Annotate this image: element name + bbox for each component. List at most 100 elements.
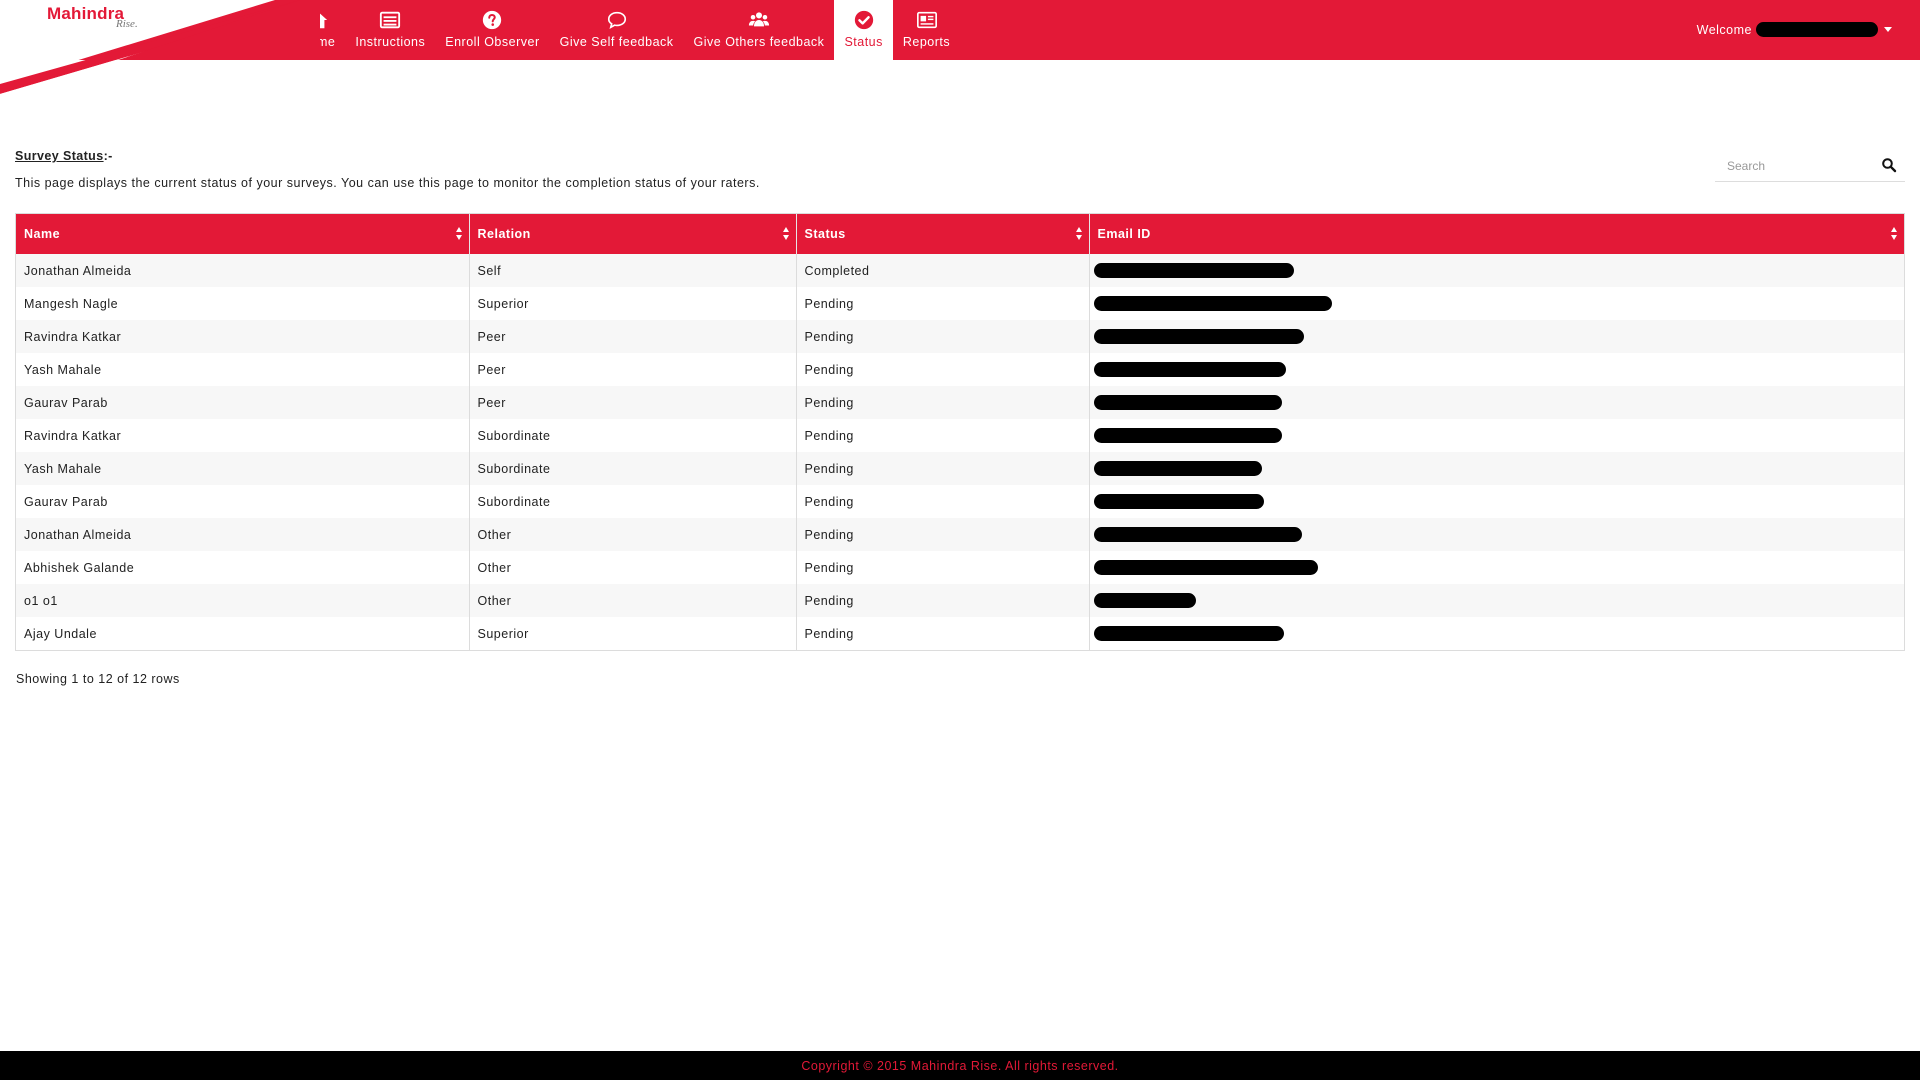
nav-label: Status (844, 35, 883, 49)
column-header-label: Name (24, 227, 61, 241)
cell-relation: Peer (469, 353, 797, 386)
redacted-email (1093, 428, 1282, 443)
redacted-email (1093, 461, 1262, 476)
cell-email (1089, 419, 1904, 452)
cell-name: Gaurav Parab (16, 485, 470, 518)
nav-label: Instructions (355, 35, 426, 49)
survey-status-table: Name Relation Status Email ID Jonathan A… (15, 213, 1905, 651)
cell-relation: Peer (469, 386, 797, 419)
redacted-email (1093, 494, 1264, 509)
cell-name: Jonathan Almeida (16, 254, 470, 287)
page-title-suffix: :- (103, 149, 113, 163)
nav-label: Enroll Observer (445, 35, 540, 49)
column-header-email[interactable]: Email ID (1089, 214, 1904, 254)
table-row: Ajay Undale Superior Pending (16, 617, 1904, 650)
table-row: Abhishek Galande Other Pending (16, 551, 1904, 584)
redacted-email (1093, 527, 1302, 542)
brand-tagline: Rise. (116, 18, 138, 30)
nav-label: Give Self feedback (559, 35, 674, 49)
table-row: Mangesh Nagle Superior Pending (16, 287, 1904, 320)
cell-name: Ajay Undale (16, 617, 470, 650)
chevron-down-icon (1884, 27, 1892, 32)
cell-name: Yash Mahale (16, 353, 470, 386)
cell-relation: Self (469, 254, 797, 287)
nav-item-give-others-feedback[interactable]: Give Others feedback (684, 0, 835, 60)
cell-email (1089, 320, 1904, 353)
cell-relation: Subordinate (469, 419, 797, 452)
cell-status: Pending (796, 518, 1090, 551)
nav-label: Reports (902, 35, 951, 49)
cell-email (1089, 452, 1904, 485)
cell-name: Abhishek Galande (16, 551, 470, 584)
redacted-email (1093, 626, 1284, 641)
column-header-label: Status (804, 227, 846, 241)
cell-relation: Superior (469, 287, 797, 320)
cell-status: Pending (796, 485, 1090, 518)
users-icon (748, 12, 770, 27)
nav-item-status[interactable]: Status (834, 0, 893, 60)
cell-email (1089, 386, 1904, 419)
search-input[interactable] (1715, 150, 1879, 182)
logo[interactable]: Mahindra Rise. (0, 0, 320, 100)
cell-relation: Peer (469, 320, 797, 353)
search-icon[interactable] (1881, 157, 1897, 173)
cell-name: Ravindra Katkar (16, 419, 470, 452)
redacted-email (1093, 395, 1282, 410)
page-description: This page displays the current status of… (15, 176, 760, 190)
cell-status: Pending (796, 320, 1090, 353)
chat-bubble-icon (607, 11, 626, 30)
table-row: o1 o1 Other Pending (16, 584, 1904, 617)
table-row: Yash Mahale Subordinate Pending (16, 452, 1904, 485)
redacted-username (1756, 22, 1878, 37)
cell-status: Pending (796, 287, 1090, 320)
nav-item-reports[interactable]: Reports (893, 0, 960, 60)
nav-label: Give Others feedback (693, 35, 825, 49)
user-menu[interactable]: Welcome (1697, 22, 1892, 37)
redacted-email (1093, 593, 1196, 608)
table-row: Gaurav Parab Peer Pending (16, 386, 1904, 419)
table-row: Jonathan Almeida Other Pending (16, 518, 1904, 551)
cell-name: o1 o1 (16, 584, 470, 617)
list-icon (380, 11, 401, 29)
brand-name: Mahindra (47, 4, 125, 23)
cell-email (1089, 485, 1904, 518)
table-header-row: Name Relation Status Email ID (16, 214, 1904, 254)
redacted-email (1093, 560, 1318, 575)
cell-name: Jonathan Almeida (16, 518, 470, 551)
nav-item-instructions[interactable]: Instructions (345, 0, 435, 60)
cell-email (1089, 353, 1904, 386)
cell-status: Completed (796, 254, 1090, 287)
cell-email (1089, 551, 1904, 584)
nav-item-enroll-observer[interactable]: Enroll Observer (435, 0, 549, 60)
cell-relation: Subordinate (469, 452, 797, 485)
cell-status: Pending (796, 584, 1090, 617)
redacted-email (1093, 329, 1304, 344)
cell-relation: Subordinate (469, 485, 797, 518)
footer: Copyright © 2015 Mahindra Rise. All righ… (0, 1051, 1920, 1080)
cell-relation: Other (469, 518, 797, 551)
cell-status: Pending (796, 419, 1090, 452)
cell-email (1089, 287, 1904, 320)
column-header-name[interactable]: Name (16, 214, 470, 254)
main-nav: Home Instructions Enroll Observer Give S… (290, 0, 960, 60)
column-header-label: Relation (477, 227, 531, 241)
column-header-label: Email ID (1097, 227, 1151, 241)
nav-item-give-self-feedback[interactable]: Give Self feedback (550, 0, 684, 60)
cell-name: Yash Mahale (16, 452, 470, 485)
cell-status: Pending (796, 353, 1090, 386)
redacted-email (1093, 263, 1294, 278)
cell-status: Pending (796, 551, 1090, 584)
cell-relation: Other (469, 551, 797, 584)
table-row: Yash Mahale Peer Pending (16, 353, 1904, 386)
cell-status: Pending (796, 386, 1090, 419)
table-row: Gaurav Parab Subordinate Pending (16, 485, 1904, 518)
redacted-email (1093, 362, 1286, 377)
cell-email (1089, 584, 1904, 617)
column-header-status[interactable]: Status (796, 214, 1090, 254)
cell-status: Pending (796, 452, 1090, 485)
cell-email (1089, 617, 1904, 650)
table-row: Jonathan Almeida Self Completed (16, 254, 1904, 287)
cell-name: Gaurav Parab (16, 386, 470, 419)
column-header-relation[interactable]: Relation (469, 214, 797, 254)
table-row: Ravindra Katkar Peer Pending (16, 320, 1904, 353)
